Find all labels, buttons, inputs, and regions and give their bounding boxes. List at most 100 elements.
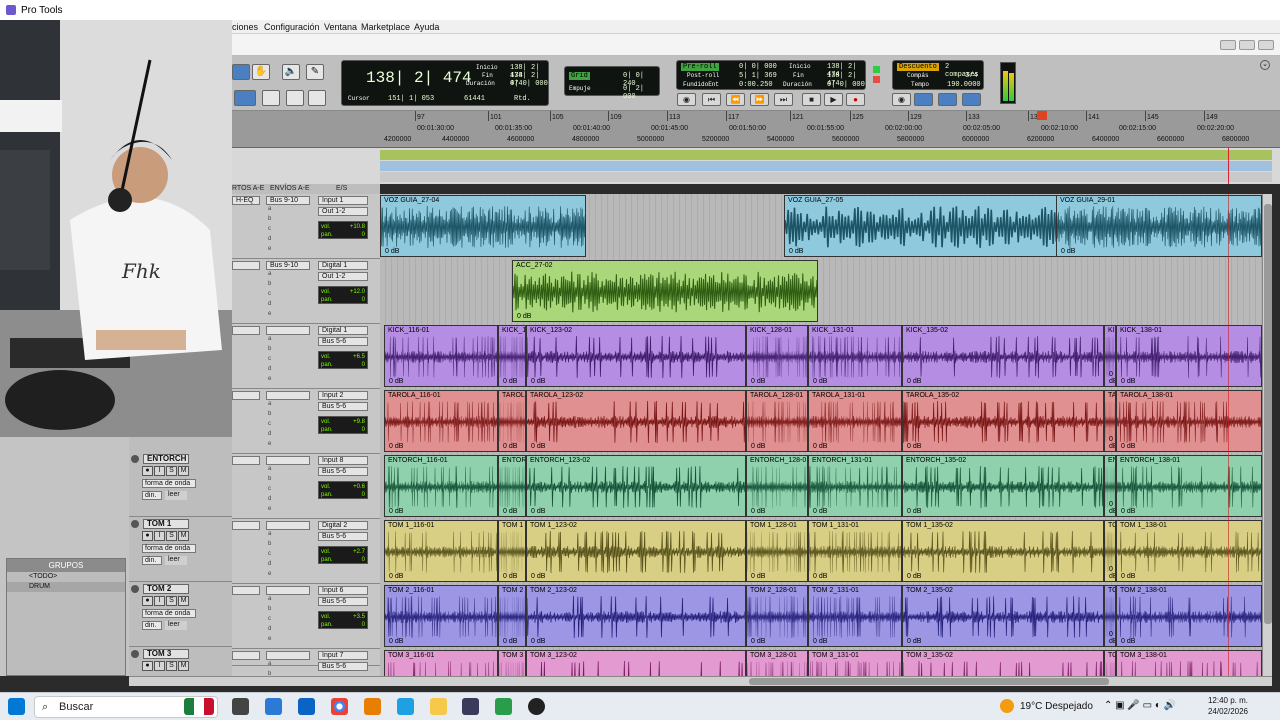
edit-tracks-area[interactable]: VOZ GUIA_27-04 0 dB VOZ GUIA_27-05 0 dB VOZ … — [380, 194, 1262, 676]
send-slot[interactable] — [266, 456, 310, 465]
insert-slot[interactable] — [232, 586, 260, 595]
group-item-todo[interactable]: <TODO> — [7, 572, 125, 582]
menu-marketplace[interactable]: Marketplace — [361, 22, 410, 32]
metronome-button[interactable]: ◉ — [892, 93, 911, 106]
input-monitor-button[interactable]: I — [154, 596, 165, 606]
send-slot[interactable] — [266, 326, 310, 335]
record-arm-button[interactable]: ● — [142, 596, 153, 606]
audio-clip[interactable]: TOM 1_128-01 0 dB — [746, 520, 808, 582]
grabber-tool-icon[interactable]: ✋ — [252, 64, 270, 80]
record-arm-button[interactable]: ● — [142, 531, 153, 541]
automation-mode[interactable]: din. — [142, 556, 162, 565]
audio-clip[interactable]: TAROLA_123-02 0 dB — [526, 390, 746, 452]
audio-clip[interactable]: TOM 3_135-020 dB — [902, 650, 1104, 676]
audio-clip[interactable]: TOM 1_135-02 0 dB — [902, 520, 1104, 582]
insertion-follows-icon[interactable] — [308, 90, 326, 106]
solo-button[interactable]: S — [166, 531, 177, 541]
volume-pan-display[interactable]: vol. +10.8 pan. 0 — [318, 221, 368, 239]
playhead-marker-icon[interactable] — [1037, 111, 1047, 120]
audio-clip[interactable]: TA 0 dB — [1104, 390, 1116, 452]
input-monitor-button[interactable]: I — [154, 661, 165, 671]
send-slot[interactable] — [266, 651, 310, 660]
insert-slot[interactable]: H-EQ — [232, 196, 260, 205]
audio-clip[interactable]: ENTORCH_135-02 0 dB — [902, 455, 1104, 517]
trim-tool-icon[interactable] — [232, 64, 250, 80]
volume-pan-display[interactable]: vol. +2.7 pan. 0 — [318, 546, 368, 564]
input-selector[interactable]: Digital 1 — [318, 261, 368, 270]
mute-button[interactable]: M — [178, 596, 189, 606]
volume-pan-display[interactable]: vol. +3.5 pan. 0 — [318, 611, 368, 629]
postroll-label[interactable]: Post-roll — [687, 72, 719, 79]
preroll-value[interactable]: 0| 0| 000 — [739, 63, 777, 71]
empuje-value[interactable]: 0| 2| 000 — [623, 85, 659, 101]
output-selector[interactable]: Bus 5-6 — [318, 467, 368, 476]
input-selector[interactable]: Input 2 — [318, 391, 368, 400]
track-name[interactable]: TOM 2 — [143, 584, 189, 594]
audio-clip[interactable]: TOM 1_138-01 0 dB — [1116, 520, 1262, 582]
audio-clip[interactable]: TOM 2_128-01 0 dB — [746, 585, 808, 647]
output-selector[interactable]: Bus 5-6 — [318, 337, 368, 346]
audio-track-lane[interactable]: TOM 1_116-01 0 dB TOM 1 0 dB TOM 1_123-02 0 d… — [380, 519, 1262, 582]
input-monitor-button[interactable]: I — [154, 466, 165, 476]
store-icon[interactable] — [265, 698, 282, 715]
audio-clip[interactable]: ACC_27-02 0 dB — [512, 260, 818, 322]
audio-track-lane[interactable]: VOZ GUIA_27-04 0 dB VOZ GUIA_27-05 0 dB VOZ … — [380, 194, 1262, 257]
audio-clip[interactable]: TOM 3_131-010 dB — [808, 650, 902, 676]
audio-clip[interactable]: TO0 dB — [1104, 520, 1116, 582]
main-counter[interactable]: 138| 2| 474 Inicio 138| 2| 474 Fin 138| … — [341, 60, 549, 106]
insert-slot[interactable] — [232, 521, 260, 530]
audio-clip[interactable]: KICK_123-02 0 dB — [526, 325, 746, 387]
send-slot[interactable]: Bus 9-10 — [266, 196, 310, 205]
audio-clip[interactable]: TAROLA_116-01 0 dB — [384, 390, 498, 452]
insert-slot[interactable] — [232, 651, 260, 660]
audio-clip[interactable]: ENTORCH_138-01 0 dB — [1116, 455, 1262, 517]
stop-button[interactable]: ■ — [802, 93, 821, 106]
menu-configuracion[interactable]: Configuración — [264, 22, 320, 32]
audio-clip[interactable]: TOM 1 0 dB — [498, 520, 526, 582]
markers-ruler[interactable] — [380, 172, 1272, 182]
send-slot[interactable]: Bus 9-10 — [266, 261, 310, 270]
volume-pan-display[interactable]: vol. +9.8 pan. 0 — [318, 416, 368, 434]
audio-clip[interactable]: VOZ GUIA_27-04 0 dB — [380, 195, 586, 257]
edge-icon[interactable] — [397, 698, 414, 715]
play-button[interactable]: ▶ — [824, 93, 843, 106]
send-slot[interactable] — [266, 586, 310, 595]
volume-pan-display[interactable]: vol. +0.6 pan. 0 — [318, 481, 368, 499]
group-item-drum[interactable]: DRUM — [7, 582, 125, 592]
audio-clip[interactable]: TOM 2_123-02 0 dB — [526, 585, 746, 647]
speaker-icon[interactable]: 🔈 — [282, 64, 300, 80]
descuento-button[interactable]: Descuento — [897, 63, 939, 71]
automation-mode[interactable]: din. — [142, 621, 162, 630]
audio-clip[interactable]: TOM 2_135-02 0 dB — [902, 585, 1104, 647]
outlook-icon[interactable] — [298, 698, 315, 715]
audio-clip[interactable]: TAROLA_135-02 0 dB — [902, 390, 1104, 452]
audio-clip[interactable]: KICK_1 0 dB — [498, 325, 526, 387]
timeline-ruler[interactable]: 97 101 105 109 113 117 121 125 129 133 137 141 145 14… — [232, 111, 1280, 148]
audio-clip[interactable]: TOM 2_131-01 0 dB — [808, 585, 902, 647]
audio-track-lane[interactable]: KICK_116-01 0 dB KICK_1 0 dB KICK_123-02 0 dB… — [380, 324, 1262, 387]
audio-clip[interactable]: KI 0 dB — [1104, 325, 1116, 387]
audio-clip[interactable]: ENTORCH_128-0 0 dB — [746, 455, 808, 517]
input-selector[interactable]: Input 7 — [318, 651, 368, 660]
fundido-value[interactable]: 0:00.250 — [739, 81, 773, 89]
input-selector[interactable]: Digital 1 — [318, 326, 368, 335]
output-selector[interactable]: Bus 5-6 — [318, 597, 368, 606]
audio-clip[interactable]: TOM 2_116-01 0 dB — [384, 585, 498, 647]
output-selector[interactable]: Out 1-2 — [318, 272, 368, 281]
input-selector[interactable]: Input 1 — [318, 196, 368, 205]
go-to-end-button[interactable]: ⏭ — [774, 93, 793, 106]
postroll-value[interactable]: 5| 1| 369 — [739, 72, 777, 80]
meter-ruler[interactable] — [380, 161, 1272, 171]
audio-track-lane[interactable]: TAROLA_116-01 0 dB TAROL 0 dB TAROLA_123-02 0… — [380, 389, 1262, 452]
automation-read[interactable]: leer — [165, 621, 187, 630]
input-selector[interactable]: Input 8 — [318, 456, 368, 465]
send-slot[interactable] — [266, 521, 310, 530]
track-header[interactable]: TOM 2 ● I S Mforma de onda din. leer — [129, 582, 232, 647]
track-name[interactable]: TOM 1 — [143, 519, 189, 529]
grid-nudge-display[interactable]: Grid 0| 0| 240 Empuje 0| 2| 000 — [564, 66, 660, 101]
output-selector[interactable]: Bus 5-6 — [318, 662, 368, 671]
audio-clip[interactable]: TO0 dB — [1104, 650, 1116, 676]
audio-clip[interactable]: VOZ GUIA_29-01 0 dB — [1056, 195, 1262, 257]
audio-clip[interactable]: ENTORCH_123-02 0 dB — [526, 455, 746, 517]
rewind-button[interactable]: ⏪ — [726, 93, 745, 106]
